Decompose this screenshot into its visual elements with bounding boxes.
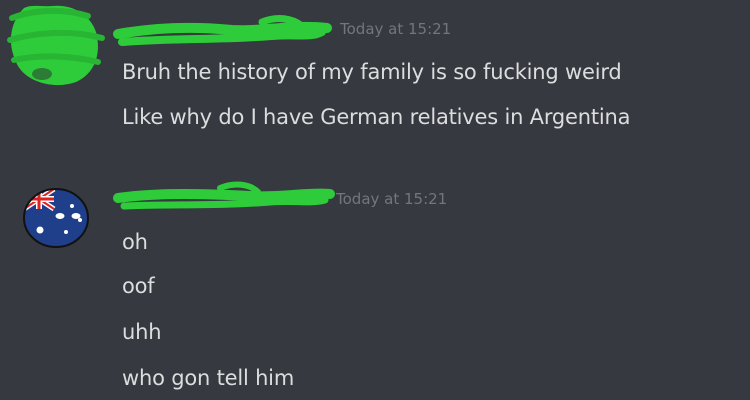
message-group-1: Today at 15:21 Bruh the history of my fa… [0, 0, 750, 160]
message-text: who gon tell him [122, 366, 295, 390]
avatar-redacted-icon[interactable] [2, 0, 112, 95]
australia-countryball-icon[interactable] [20, 184, 92, 250]
message-timestamp[interactable]: Today at 15:21 [336, 190, 447, 208]
message-group-2: Today at 15:21 oh oof uhh who gon tell h… [0, 170, 750, 400]
message-text: uhh [122, 320, 162, 344]
message-text: oof [122, 274, 155, 298]
author-name-redacted[interactable] [110, 180, 335, 214]
message-text: Bruh the history of my family is so fuck… [122, 60, 622, 84]
message-timestamp[interactable]: Today at 15:21 [340, 20, 451, 38]
author-name-redacted[interactable] [112, 12, 337, 50]
message-text: oh [122, 230, 148, 254]
message-text: Like why do I have German relatives in A… [122, 105, 631, 129]
